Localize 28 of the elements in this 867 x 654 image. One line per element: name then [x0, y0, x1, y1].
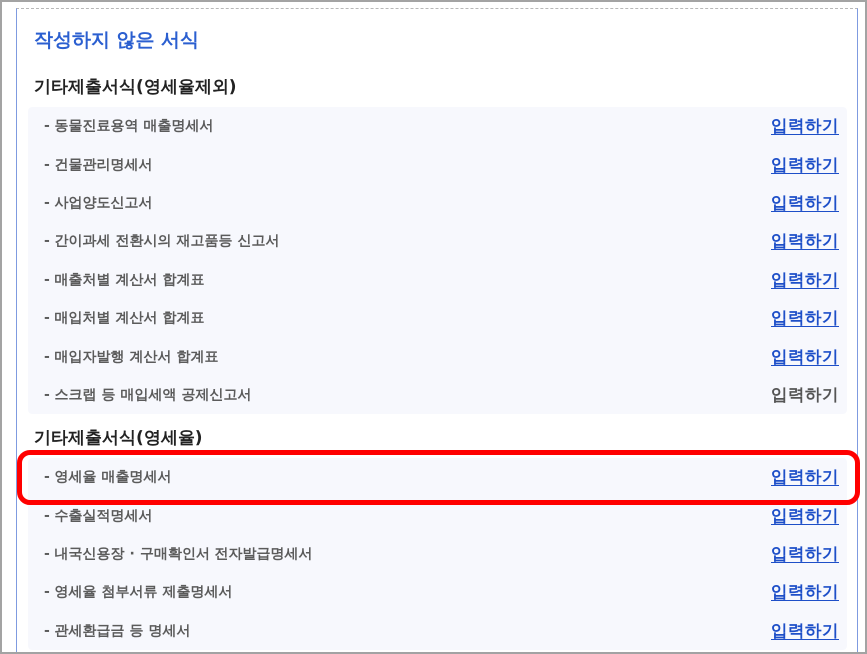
- form-name: - 영세율 첨부서류 제출명세서: [44, 583, 232, 602]
- input-link[interactable]: 입력하기: [771, 230, 839, 252]
- form-name: - 영세율 매출명세서: [44, 468, 172, 486]
- input-link[interactable]: 입력하기: [771, 504, 839, 527]
- input-link[interactable]: 입력하기: [771, 268, 839, 291]
- input-link[interactable]: 입력하기: [771, 307, 839, 330]
- input-link[interactable]: 입력하기: [771, 543, 839, 566]
- form-name: - 내국신용장 · 구매확인서 전자발급명세서: [44, 545, 313, 564]
- panel-title: 작성하지 않은 서식: [34, 28, 200, 53]
- input-link[interactable]: 입력하기: [771, 466, 839, 488]
- input-link[interactable]: 입력하기: [771, 154, 839, 176]
- input-link[interactable]: 입력하기: [771, 115, 839, 138]
- form-name: - 매출처별 계산서 합계표: [44, 270, 204, 289]
- form-name: - 동물진료용역 매출명세서: [44, 117, 214, 136]
- form-name: - 스크랩 등 매입세액 공제신고서: [44, 386, 252, 404]
- form-name: - 매입자발행 계산서 합계표: [44, 348, 218, 366]
- input-link[interactable]: 입력하기: [771, 581, 839, 604]
- form-name: - 간이과세 전환시의 재고품등 신고서: [44, 232, 280, 250]
- form-name: - 사업양도신고서: [44, 194, 153, 212]
- form-name: - 건물관리명세서: [44, 156, 153, 174]
- input-link[interactable]: 입력하기: [771, 192, 839, 214]
- input-link[interactable]: 입력하기: [771, 620, 839, 642]
- section-heading: 기타제출서식(영세율): [33, 427, 204, 450]
- section-heading: 기타제출서식(영세율제외): [33, 76, 238, 99]
- input-link[interactable]: 입력하기: [771, 346, 839, 368]
- form-name: - 관세환급금 등 명세서: [44, 622, 190, 640]
- form-name: - 수출실적명세서: [44, 506, 153, 525]
- form-name: - 매입처별 계산서 합계표: [44, 309, 204, 328]
